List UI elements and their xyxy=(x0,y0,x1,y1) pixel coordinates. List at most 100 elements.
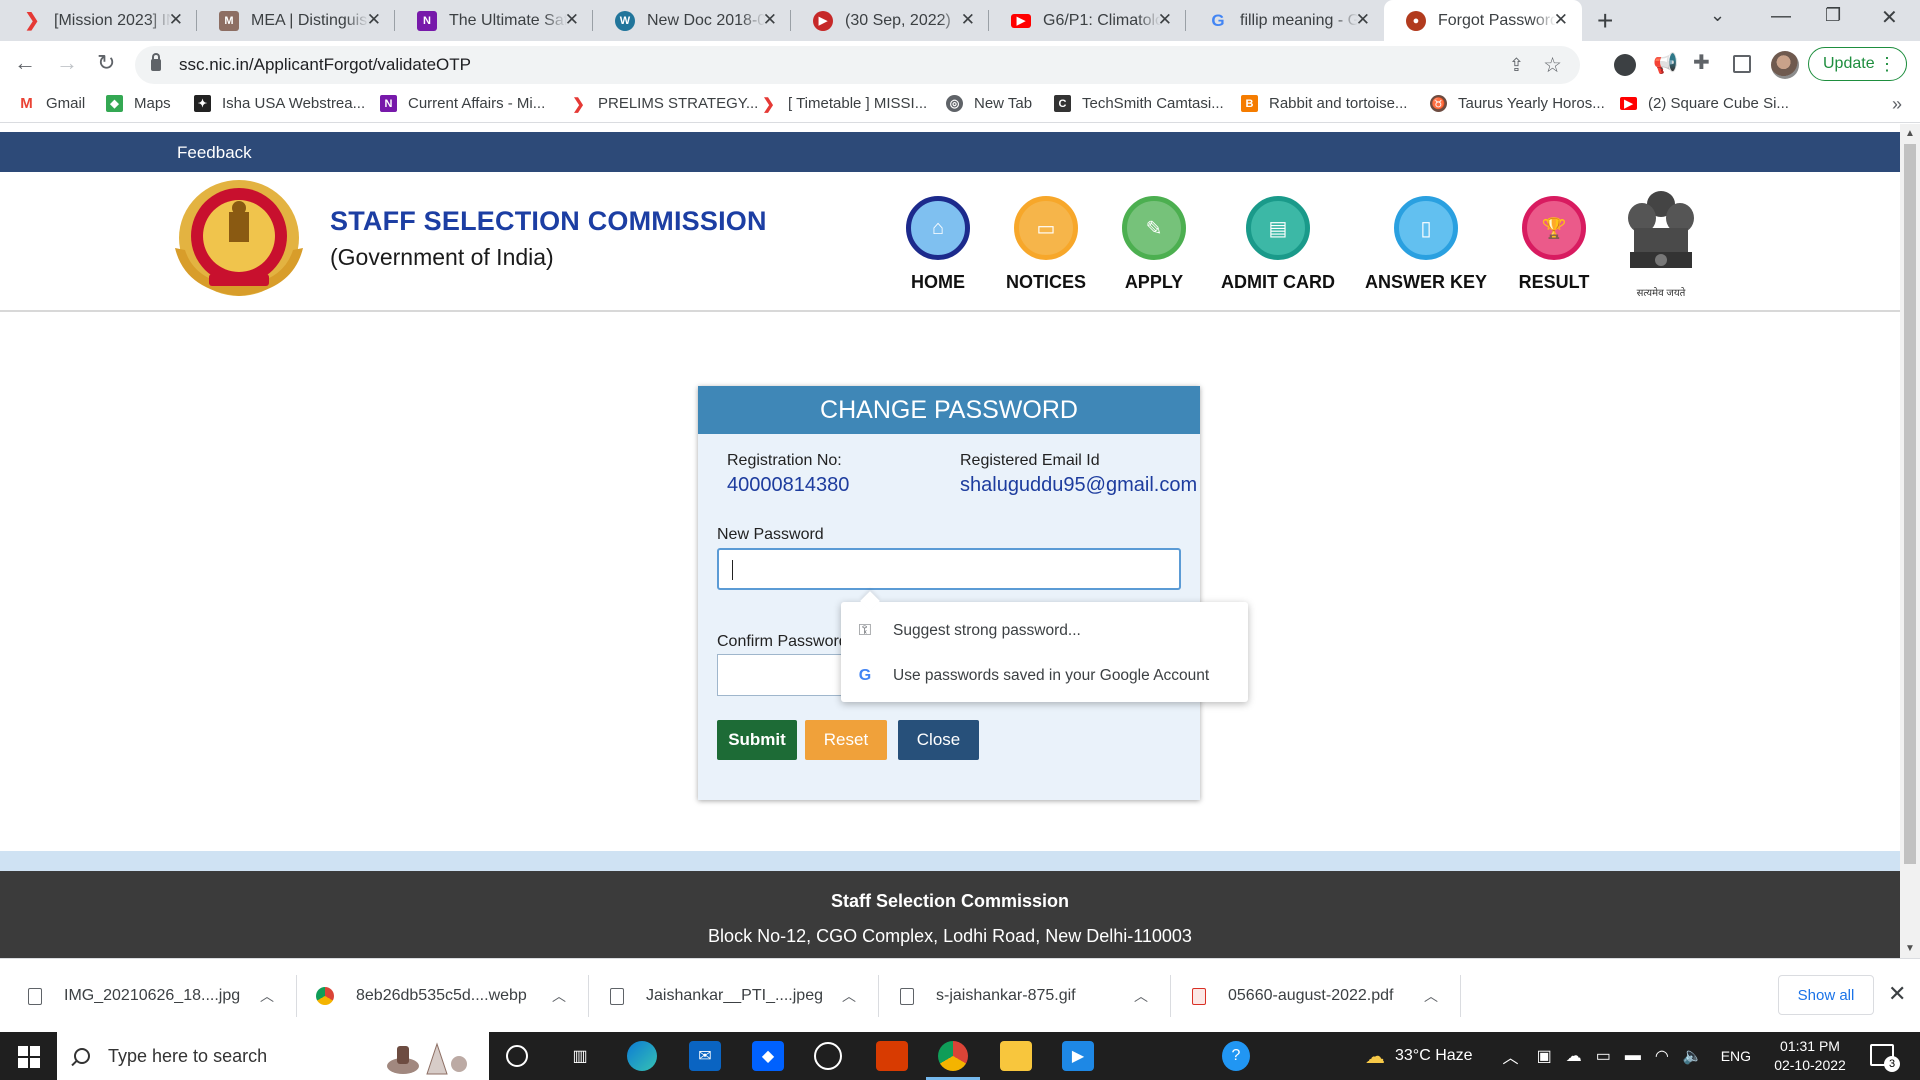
chevron-up-icon[interactable]: ︿ xyxy=(1134,986,1148,1006)
reload-button[interactable]: ↻ xyxy=(97,50,115,76)
close-tab-icon[interactable]: ✕ xyxy=(1554,11,1568,29)
chrome-icon[interactable] xyxy=(938,1041,968,1071)
download-item[interactable]: s-jaishankar-875.gif ︿ xyxy=(900,959,1171,1033)
volume-icon[interactable]: 🔈 xyxy=(1683,1046,1703,1066)
bookmark-techsmith[interactable]: C TechSmith Camtasi... xyxy=(1054,95,1224,112)
scroll-up-icon[interactable]: ▲ xyxy=(1905,128,1915,139)
ssc-logo[interactable] xyxy=(165,178,313,302)
nav-answer-key[interactable]: ▯ ANSWER KEY xyxy=(1356,196,1496,293)
file-explorer-icon[interactable] xyxy=(1000,1041,1032,1071)
scroll-down-icon[interactable]: ▼ xyxy=(1905,943,1915,954)
browser-tab[interactable]: M MEA | Distinguish ✕ xyxy=(197,0,395,41)
taskbar-search[interactable]: Type here to search xyxy=(57,1032,489,1080)
show-all-downloads-button[interactable]: Show all xyxy=(1778,975,1874,1015)
more-bookmarks-icon[interactable]: » xyxy=(1892,94,1902,115)
dropbox-icon[interactable]: ◆ xyxy=(752,1041,784,1071)
close-window-button[interactable]: ✕ xyxy=(1881,5,1898,30)
address-bar[interactable]: ssc.nic.in/ApplicantForgot/validateOTP ⇪… xyxy=(135,46,1580,84)
office-icon[interactable] xyxy=(876,1041,908,1071)
forward-button[interactable]: → xyxy=(56,50,78,76)
edge-icon[interactable] xyxy=(627,1041,657,1071)
scrollbar-thumb[interactable] xyxy=(1904,144,1916,864)
update-button[interactable]: Update ⋮ xyxy=(1808,47,1907,81)
bookmark-taurus[interactable]: ♉ Taurus Yearly Horos... xyxy=(1430,95,1605,112)
bookmark-isha[interactable]: ✦ Isha USA Webstrea... xyxy=(194,95,365,112)
side-panel-icon[interactable] xyxy=(1733,55,1751,73)
browser-tab[interactable]: ▶ G6/P1: Climatolog ✕ xyxy=(989,0,1186,41)
page-scrollbar[interactable]: ▲ ▼ xyxy=(1900,124,1920,958)
github-icon[interactable] xyxy=(814,1042,842,1070)
close-tab-icon[interactable]: ✕ xyxy=(1158,11,1172,29)
share-icon[interactable]: ⇪ xyxy=(1509,55,1524,76)
tab-search-button[interactable]: ⌄ xyxy=(1710,5,1725,26)
download-item[interactable]: 05660-august-2022.pdf ︿ xyxy=(1192,959,1462,1033)
new-tab-button[interactable]: + xyxy=(1597,5,1613,37)
back-button[interactable]: ← xyxy=(14,50,36,76)
bookmark-maps[interactable]: ◆ Maps xyxy=(106,95,171,112)
language-indicator[interactable]: ENG xyxy=(1721,1048,1751,1064)
close-tab-icon[interactable]: ✕ xyxy=(1356,11,1370,29)
feedback-link[interactable]: Feedback xyxy=(177,143,252,163)
minimize-button[interactable]: — xyxy=(1771,5,1791,28)
profile-avatar[interactable] xyxy=(1771,51,1799,79)
download-item[interactable]: IMG_20210626_18....jpg ︿ xyxy=(28,959,298,1033)
weather-text[interactable]: 33°C Haze xyxy=(1395,1047,1473,1065)
close-tab-icon[interactable]: ✕ xyxy=(961,11,975,29)
help-icon[interactable]: ? xyxy=(1222,1041,1250,1071)
taskbar-clock[interactable]: 01:31 PM 02-10-2022 xyxy=(1760,1037,1860,1075)
close-tab-icon[interactable]: ✕ xyxy=(169,11,183,29)
bookmark-gmail[interactable]: M Gmail xyxy=(18,95,85,112)
display-icon[interactable]: ▭ xyxy=(1596,1046,1611,1066)
battery-icon[interactable]: ▬ xyxy=(1625,1047,1641,1065)
new-password-input[interactable] xyxy=(717,548,1181,590)
chevron-up-icon[interactable]: ︿ xyxy=(1503,1044,1519,1068)
lock-icon[interactable] xyxy=(151,53,161,71)
browser-tab[interactable]: G fillip meaning - G ✕ xyxy=(1186,0,1384,41)
bookmark-new-tab[interactable]: ◎ New Tab xyxy=(946,95,1032,112)
bookmark-timetable[interactable]: ❯[ Timetable ] MISSI... xyxy=(760,95,927,113)
restore-button[interactable]: ❐ xyxy=(1825,5,1841,26)
nav-result[interactable]: 🏆 RESULT xyxy=(1484,196,1624,293)
bookmark-rabbit[interactable]: B Rabbit and tortoise... xyxy=(1241,95,1407,112)
windows-start-icon[interactable] xyxy=(18,1046,40,1068)
extensions-puzzle-icon[interactable]: ✚ xyxy=(1693,50,1715,74)
chevron-up-icon[interactable]: ︿ xyxy=(842,986,856,1006)
suggest-password-option[interactable]: ⚿ Suggest strong password... xyxy=(841,611,1248,651)
notification-center-icon[interactable]: 3 xyxy=(1870,1044,1900,1072)
browser-tab[interactable]: ▶ (30 Sep, 2022) ✕ xyxy=(791,0,989,41)
close-shelf-icon[interactable]: ✕ xyxy=(1888,981,1906,1007)
bookmark-star-icon[interactable]: ☆ xyxy=(1543,53,1562,78)
weather-icon[interactable]: ☁ xyxy=(1365,1044,1385,1069)
saved-passwords-option[interactable]: G Use passwords saved in your Google Acc… xyxy=(841,656,1248,696)
download-item[interactable]: 8eb26db535c5d....webp ︿ xyxy=(316,959,589,1033)
cortana-icon[interactable] xyxy=(506,1045,528,1067)
extension-megaphone-icon[interactable]: 📢 xyxy=(1653,51,1678,75)
close-button[interactable]: Close xyxy=(898,720,979,760)
media-app-icon[interactable]: ▶ xyxy=(1062,1041,1094,1071)
download-item[interactable]: Jaishankar__PTI_....jpeg ︿ xyxy=(610,959,880,1033)
extension-chat-icon[interactable] xyxy=(1614,54,1636,76)
reset-button[interactable]: Reset xyxy=(805,720,887,760)
submit-button[interactable]: Submit xyxy=(717,720,797,760)
chevron-up-icon[interactable]: ︿ xyxy=(552,986,566,1006)
nav-admit-card[interactable]: ▤ ADMIT CARD xyxy=(1208,196,1348,293)
browser-tab[interactable]: W New Doc 2018-07 ✕ xyxy=(593,0,791,41)
wifi-icon[interactable]: ◠ xyxy=(1655,1046,1669,1066)
close-tab-icon[interactable]: ✕ xyxy=(565,11,579,29)
mail-icon[interactable]: ✉ xyxy=(689,1041,721,1071)
task-view-icon[interactable]: ▥ xyxy=(564,1041,596,1071)
url-text[interactable]: ssc.nic.in/ApplicantForgot/validateOTP xyxy=(179,55,471,75)
bookmark-prelims[interactable]: ❯ PRELIMS STRATEGY... xyxy=(570,95,758,113)
close-tab-icon[interactable]: ✕ xyxy=(367,11,381,29)
chevron-up-icon[interactable]: ︿ xyxy=(260,986,274,1006)
meet-icon[interactable]: ▣ xyxy=(1537,1046,1552,1066)
browser-tab[interactable]: ❯ [Mission 2023] IN ✕ xyxy=(0,0,197,41)
close-tab-icon[interactable]: ✕ xyxy=(763,11,777,29)
nav-apply[interactable]: ✎ APPLY xyxy=(1084,196,1224,293)
browser-tab[interactable]: N The Ultimate Safa ✕ xyxy=(395,0,593,41)
bookmark-square-cube[interactable]: ▶ (2) Square Cube Si... xyxy=(1620,95,1789,112)
bookmark-current-affairs[interactable]: N Current Affairs - Mi... xyxy=(380,95,545,112)
chevron-up-icon[interactable]: ︿ xyxy=(1424,986,1438,1006)
browser-tab-active[interactable]: ● Forgot Password ✕ xyxy=(1384,0,1582,41)
cloud-icon[interactable]: ☁ xyxy=(1566,1046,1582,1066)
